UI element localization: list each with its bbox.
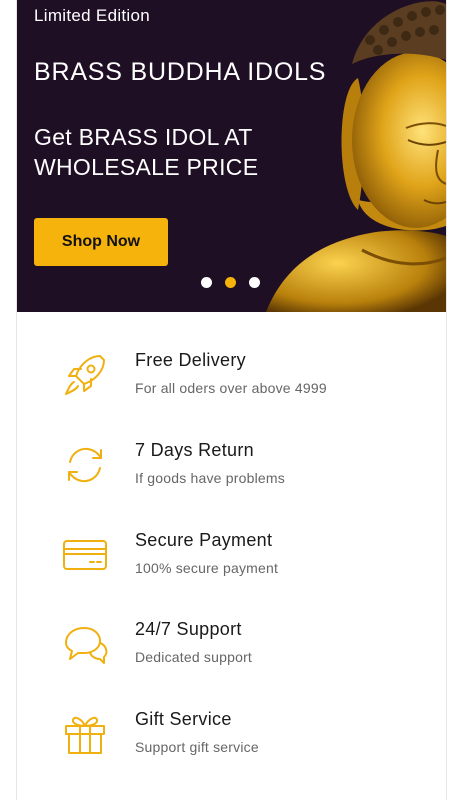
feature-subtitle: Support gift service (135, 739, 259, 755)
frame-border-right (446, 0, 447, 800)
feature-title: 24/7 Support (135, 619, 242, 639)
feature-gift-service: Gift Service Support gift service (17, 709, 446, 789)
feature-secure-payment: Secure Payment 100% secure payment (17, 530, 446, 610)
feature-title: Free Delivery (135, 350, 246, 370)
feature-subtitle: For all oders over above 4999 (135, 380, 327, 396)
gift-icon (65, 716, 105, 754)
feature-title: Secure Payment (135, 530, 273, 550)
feature-returns: 7 Days Return If goods have problems (17, 440, 446, 520)
feature-subtitle: 100% secure payment (135, 560, 279, 576)
hero-subtitle: Get BRASS IDOL AT WHOLESALE PRICE (34, 124, 259, 180)
shop-now-button[interactable]: Shop Now (34, 218, 168, 266)
hero-banner[interactable]: Limited Edition BRASS BUDDHA IDOLS Get B… (17, 0, 446, 312)
feature-subtitle: If goods have problems (135, 470, 285, 486)
hero-eyebrow: Limited Edition (34, 6, 151, 25)
feature-title: Gift Service (135, 709, 232, 729)
feature-subtitle: Dedicated support (135, 649, 253, 665)
carousel-dots (201, 277, 260, 288)
feature-support: 24/7 Support Dedicated support (17, 619, 446, 699)
carousel-dot-2[interactable] (225, 277, 236, 288)
credit-card-icon (63, 540, 107, 570)
hero-title: BRASS BUDDHA IDOLS (34, 58, 327, 86)
refresh-icon (68, 447, 102, 483)
feature-free-delivery: Free Delivery For all oders over above 4… (17, 350, 446, 430)
page: Limited Edition BRASS BUDDHA IDOLS Get B… (0, 0, 463, 800)
carousel-dot-1[interactable] (201, 277, 212, 288)
chat-bubbles-icon (65, 627, 108, 664)
feature-title: 7 Days Return (135, 440, 254, 460)
carousel-dot-3[interactable] (249, 277, 260, 288)
rocket-icon (65, 355, 105, 395)
